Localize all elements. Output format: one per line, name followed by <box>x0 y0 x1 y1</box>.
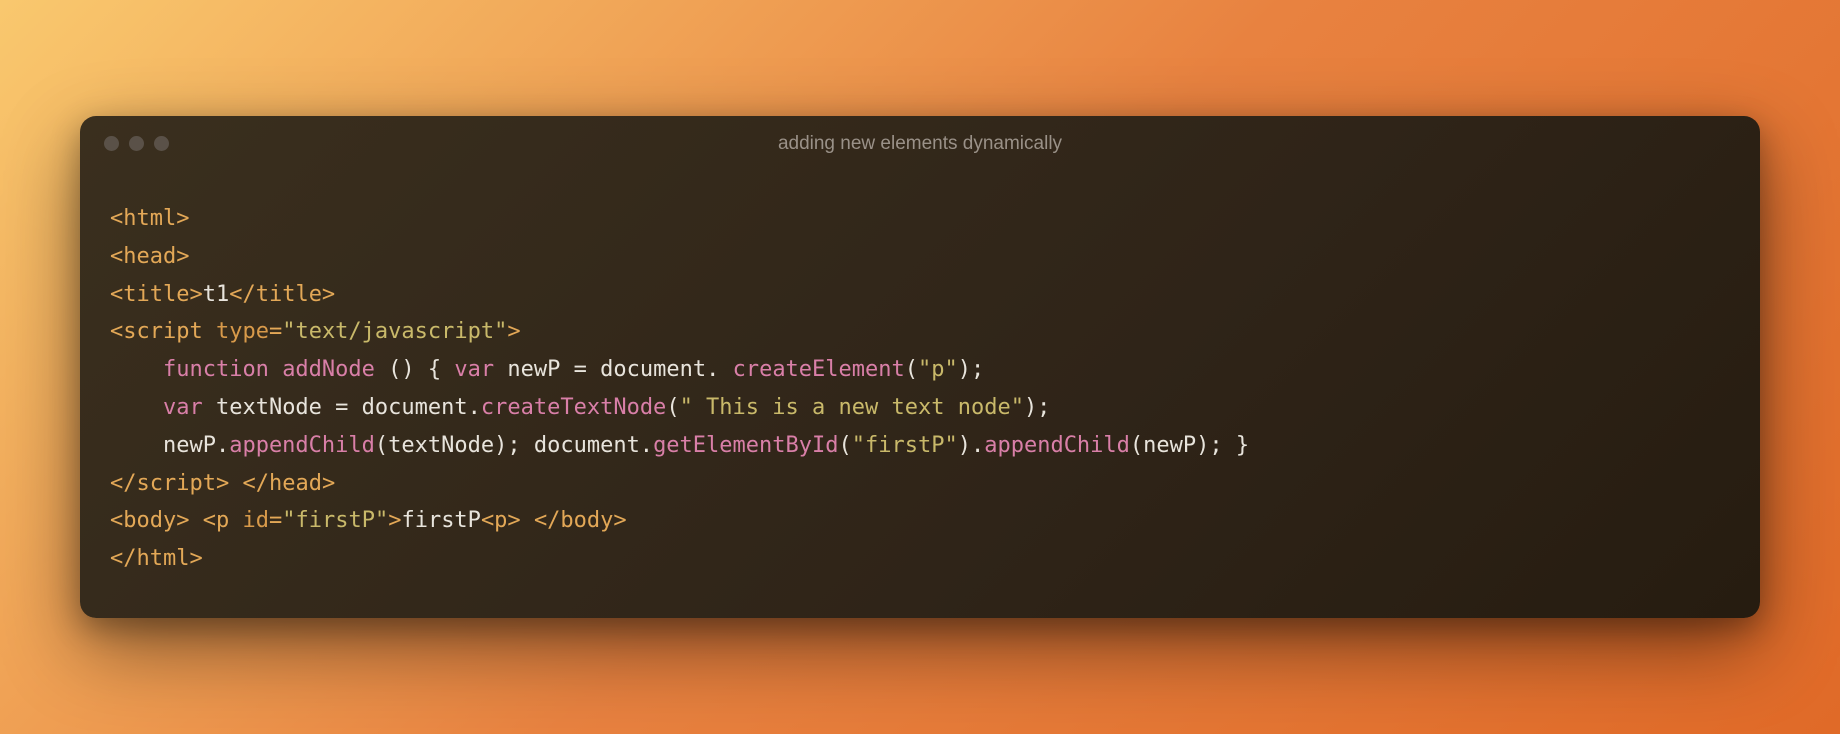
code-token: <p> <box>481 508 521 533</box>
code-token: "firstP" <box>282 508 388 533</box>
code-token: (newP); } <box>1130 433 1249 458</box>
code-token: "firstP" <box>852 433 958 458</box>
code-token: "text/javascript" <box>282 319 507 344</box>
code-token: = <box>269 508 282 533</box>
code-token: </title> <box>229 282 335 307</box>
code-token: t1 <box>203 282 230 307</box>
code-token: </head> <box>242 471 335 496</box>
code-token: = <box>269 319 282 344</box>
code-line: <html> <box>110 200 1730 238</box>
code-line: function addNode () { var newP = documen… <box>110 351 1730 389</box>
code-line: <script type="text/javascript"> <box>110 313 1730 351</box>
code-line: <body> <p id="firstP">firstP<p> </body> <box>110 502 1730 540</box>
code-token: addNode <box>282 357 375 382</box>
code-token <box>229 471 242 496</box>
code-token: (textNode); document. <box>375 433 653 458</box>
code-token: <body> <box>110 508 189 533</box>
code-token: document. <box>348 395 480 420</box>
code-line: newP.appendChild(textNode); document.get… <box>110 427 1730 465</box>
code-token: <p <box>203 508 243 533</box>
code-token: ). <box>958 433 985 458</box>
code-line: <head> <box>110 238 1730 276</box>
code-token: appendChild <box>984 433 1130 458</box>
code-line: var textNode = document.createTextNode("… <box>110 389 1730 427</box>
code-token: ( <box>666 395 679 420</box>
traffic-lights <box>104 136 169 151</box>
code-token: </html> <box>110 546 203 571</box>
code-token: ( <box>839 433 852 458</box>
code-line: <title>t1</title> <box>110 276 1730 314</box>
window-title: adding new elements dynamically <box>80 133 1760 155</box>
code-token <box>269 357 282 382</box>
code-line: </html> <box>110 540 1730 578</box>
code-token: ); <box>958 357 985 382</box>
code-token: createElement <box>733 357 905 382</box>
code-token: ); <box>1024 395 1051 420</box>
code-token: <script <box>110 319 216 344</box>
code-token: () { <box>375 357 454 382</box>
code-token <box>189 508 202 533</box>
code-line: </script> </head> <box>110 465 1730 503</box>
code-token: = <box>335 395 348 420</box>
code-token: appendChild <box>229 433 375 458</box>
code-token: ( <box>905 357 918 382</box>
code-token <box>521 508 534 533</box>
code-token: id <box>242 508 269 533</box>
titlebar: adding new elements dynamically <box>80 116 1760 172</box>
code-token: </body> <box>534 508 627 533</box>
code-token: textNode <box>203 395 335 420</box>
close-icon[interactable] <box>104 136 119 151</box>
maximize-icon[interactable] <box>154 136 169 151</box>
code-token: firstP <box>401 508 480 533</box>
code-token: = <box>574 357 587 382</box>
code-token: " This is a new text node" <box>680 395 1024 420</box>
code-token: var <box>163 395 203 420</box>
code-token: createTextNode <box>481 395 666 420</box>
code-token: getElementById <box>653 433 838 458</box>
code-token: </script> <box>110 471 229 496</box>
code-token: document. <box>587 357 733 382</box>
code-token: <html> <box>110 206 189 231</box>
code-token: type <box>216 319 269 344</box>
code-token: newP <box>494 357 573 382</box>
code-content[interactable]: <html><head><title>t1</title><script typ… <box>80 172 1760 618</box>
code-token: > <box>388 508 401 533</box>
code-token: newP. <box>163 433 229 458</box>
code-token: <title> <box>110 282 203 307</box>
code-token: function <box>163 357 269 382</box>
code-token: <head> <box>110 244 189 269</box>
code-token: > <box>507 319 520 344</box>
code-token: "p" <box>918 357 958 382</box>
code-token: var <box>454 357 494 382</box>
minimize-icon[interactable] <box>129 136 144 151</box>
code-window: adding new elements dynamically <html> <h… <box>80 116 1760 618</box>
